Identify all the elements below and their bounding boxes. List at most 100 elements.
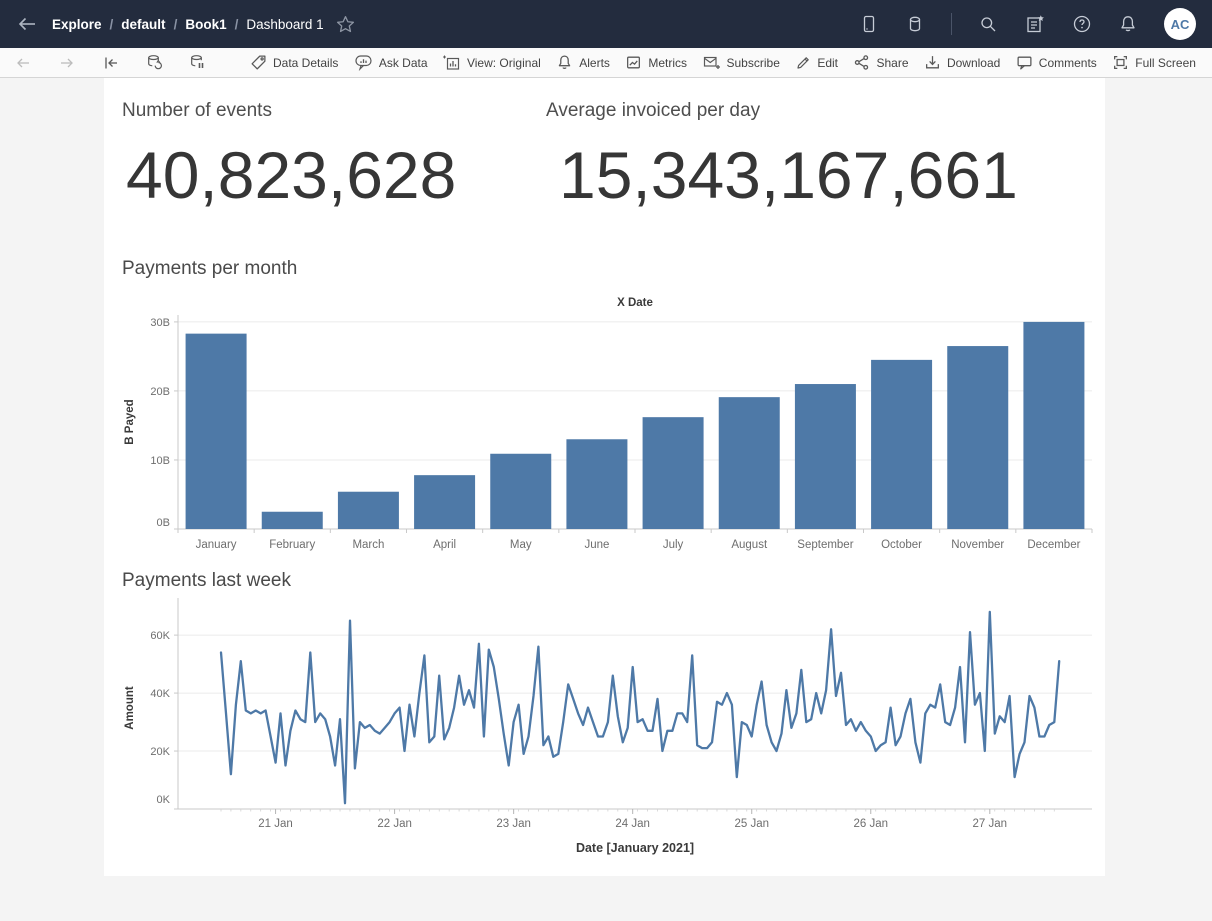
line-x-tick-label: 21 Jan (258, 818, 293, 830)
payments-last-week-line-chart[interactable]: 0K 20K 40K 60K 21 Jan 22 Jan 23 Jan 24 Jan 25 Ja… (104, 598, 1105, 870)
bar-x-tick-label: May (510, 539, 532, 551)
line-y-tick-label: 40K (150, 688, 170, 700)
metrics-button[interactable]: Metrics (625, 54, 687, 71)
bar-y-tick-label: 10B (150, 455, 170, 467)
alerts-label: Alerts (579, 56, 610, 70)
bar-february[interactable] (262, 512, 323, 529)
bar-y-tick-label: 0B (157, 517, 170, 529)
bar-x-tick-label: January (196, 539, 237, 551)
data-source-icon[interactable] (905, 14, 925, 34)
breadcrumb-project[interactable]: default (121, 17, 165, 32)
back-icon[interactable] (16, 14, 38, 34)
kpi-invoiced-label: Average invoiced per day (546, 100, 760, 122)
view-original-button[interactable]: View: Original (443, 54, 541, 71)
metrics-label: Metrics (648, 56, 687, 70)
line-y-tick-label: 20K (150, 746, 170, 758)
bar-x-tick-label: February (269, 539, 315, 551)
subscribe-button[interactable]: Subscribe (703, 54, 780, 71)
ask-data-label: Ask Data (379, 56, 428, 70)
subscribe-label: Subscribe (727, 56, 780, 70)
bar-x-tick-label: June (584, 539, 609, 551)
breadcrumb: Explore / default / Book1 / Dashboard 1 (52, 17, 324, 32)
help-icon[interactable] (1072, 14, 1092, 34)
line-y-axis-label: Amount (124, 686, 136, 730)
toolbar-actions: Data Details Ask Data View: Original A (250, 54, 1198, 71)
redo-button[interactable] (58, 55, 76, 71)
view-original-label: View: Original (467, 56, 541, 70)
line-x-tick-label: 23 Jan (496, 818, 531, 830)
line-y-tick-label: 0K (157, 794, 171, 806)
breadcrumb-view[interactable]: Dashboard 1 (246, 17, 323, 32)
kpi-invoiced-value: 15,343,167,661 (559, 142, 1018, 208)
line-chart-section-title: Payments last week (122, 570, 291, 592)
breadcrumb-separator: / (235, 17, 239, 32)
bar-january[interactable] (186, 334, 247, 529)
line-x-tick-label: 22 Jan (377, 818, 412, 830)
bar-x-tick-label: March (352, 539, 384, 551)
bar-chart-section-title: Payments per month (122, 258, 297, 280)
user-avatar[interactable]: AC (1164, 8, 1196, 40)
comments-label: Comments (1039, 56, 1097, 70)
bar-may[interactable] (490, 454, 551, 529)
bar-april[interactable] (414, 475, 475, 529)
bar-august[interactable] (719, 397, 780, 529)
bar-x-tick-label: September (797, 539, 853, 551)
line-x-axis-label: Date [January 2021] (576, 841, 694, 855)
bar-y-axis-label: B Payed (124, 399, 136, 444)
top-navigation-bar: Explore / default / Book1 / Dashboard 1 (0, 0, 1212, 48)
pause-updates-button[interactable] (189, 54, 206, 71)
bar-july[interactable] (643, 417, 704, 529)
dashboard-viewport: Number of events 40,823,628 Average invo… (0, 78, 1212, 921)
data-details-button[interactable]: Data Details (250, 54, 338, 71)
device-layout-icon[interactable] (859, 14, 879, 34)
search-icon[interactable] (978, 14, 998, 34)
payments-per-month-bar-chart[interactable]: 0B 10B 20B 30B January February March April May J… (104, 288, 1105, 560)
bar-y-tick-label: 20B (150, 386, 170, 398)
download-button[interactable]: Download (924, 54, 1000, 71)
edit-label: Edit (817, 56, 838, 70)
kpi-events-value: 40,823,628 (126, 142, 456, 208)
kpi-events-label: Number of events (122, 100, 272, 122)
comments-button[interactable]: Comments (1016, 54, 1097, 71)
line-x-tick-label: 27 Jan (973, 818, 1008, 830)
bar-x-tick-label: July (663, 539, 684, 551)
view-toolbar: Data Details Ask Data View: Original A (0, 48, 1212, 78)
bar-march[interactable] (338, 492, 399, 529)
line-x-tick-label: 24 Jan (615, 818, 650, 830)
undo-button[interactable] (14, 55, 32, 71)
bar-x-tick-label: April (433, 539, 456, 551)
favorite-star-icon[interactable] (336, 15, 355, 34)
share-button[interactable]: Share (853, 54, 908, 71)
bar-september[interactable] (795, 384, 856, 529)
bar-y-tick-label: 30B (150, 317, 170, 329)
breadcrumb-explore[interactable]: Explore (52, 17, 102, 32)
line-x-tick-label: 26 Jan (853, 818, 888, 830)
share-label: Share (876, 56, 908, 70)
line-y-tick-label: 60K (150, 630, 170, 642)
bar-november[interactable] (947, 346, 1008, 529)
bar-x-tick-label: October (881, 539, 922, 551)
bar-x-tick-label: November (951, 539, 1004, 551)
dashboard-card: Number of events 40,823,628 Average invo… (104, 78, 1105, 876)
notifications-bell-icon[interactable] (1118, 14, 1138, 34)
breadcrumb-separator: / (174, 17, 178, 32)
topnav-divider (951, 13, 952, 35)
full-screen-label: Full Screen (1135, 56, 1196, 70)
alerts-button[interactable]: Alerts (556, 54, 610, 71)
bar-december[interactable] (1023, 322, 1084, 529)
favorites-list-icon[interactable] (1024, 14, 1046, 34)
toolbar-nav-group (14, 54, 206, 71)
ask-data-button[interactable]: Ask Data (354, 54, 428, 71)
breadcrumb-separator: / (110, 17, 114, 32)
edit-button[interactable]: Edit (795, 55, 838, 71)
refresh-data-button[interactable] (146, 54, 163, 71)
topnav-right-icons: AC (859, 8, 1196, 40)
bar-chart-title: X Date (617, 297, 653, 309)
bar-october[interactable] (871, 360, 932, 529)
revert-button[interactable] (102, 55, 120, 71)
full-screen-button[interactable]: Full Screen (1112, 54, 1196, 71)
line-x-tick-label: 25 Jan (734, 818, 769, 830)
breadcrumb-workbook[interactable]: Book1 (185, 17, 226, 32)
bar-june[interactable] (566, 439, 627, 529)
payments-line-series[interactable] (221, 612, 1059, 803)
